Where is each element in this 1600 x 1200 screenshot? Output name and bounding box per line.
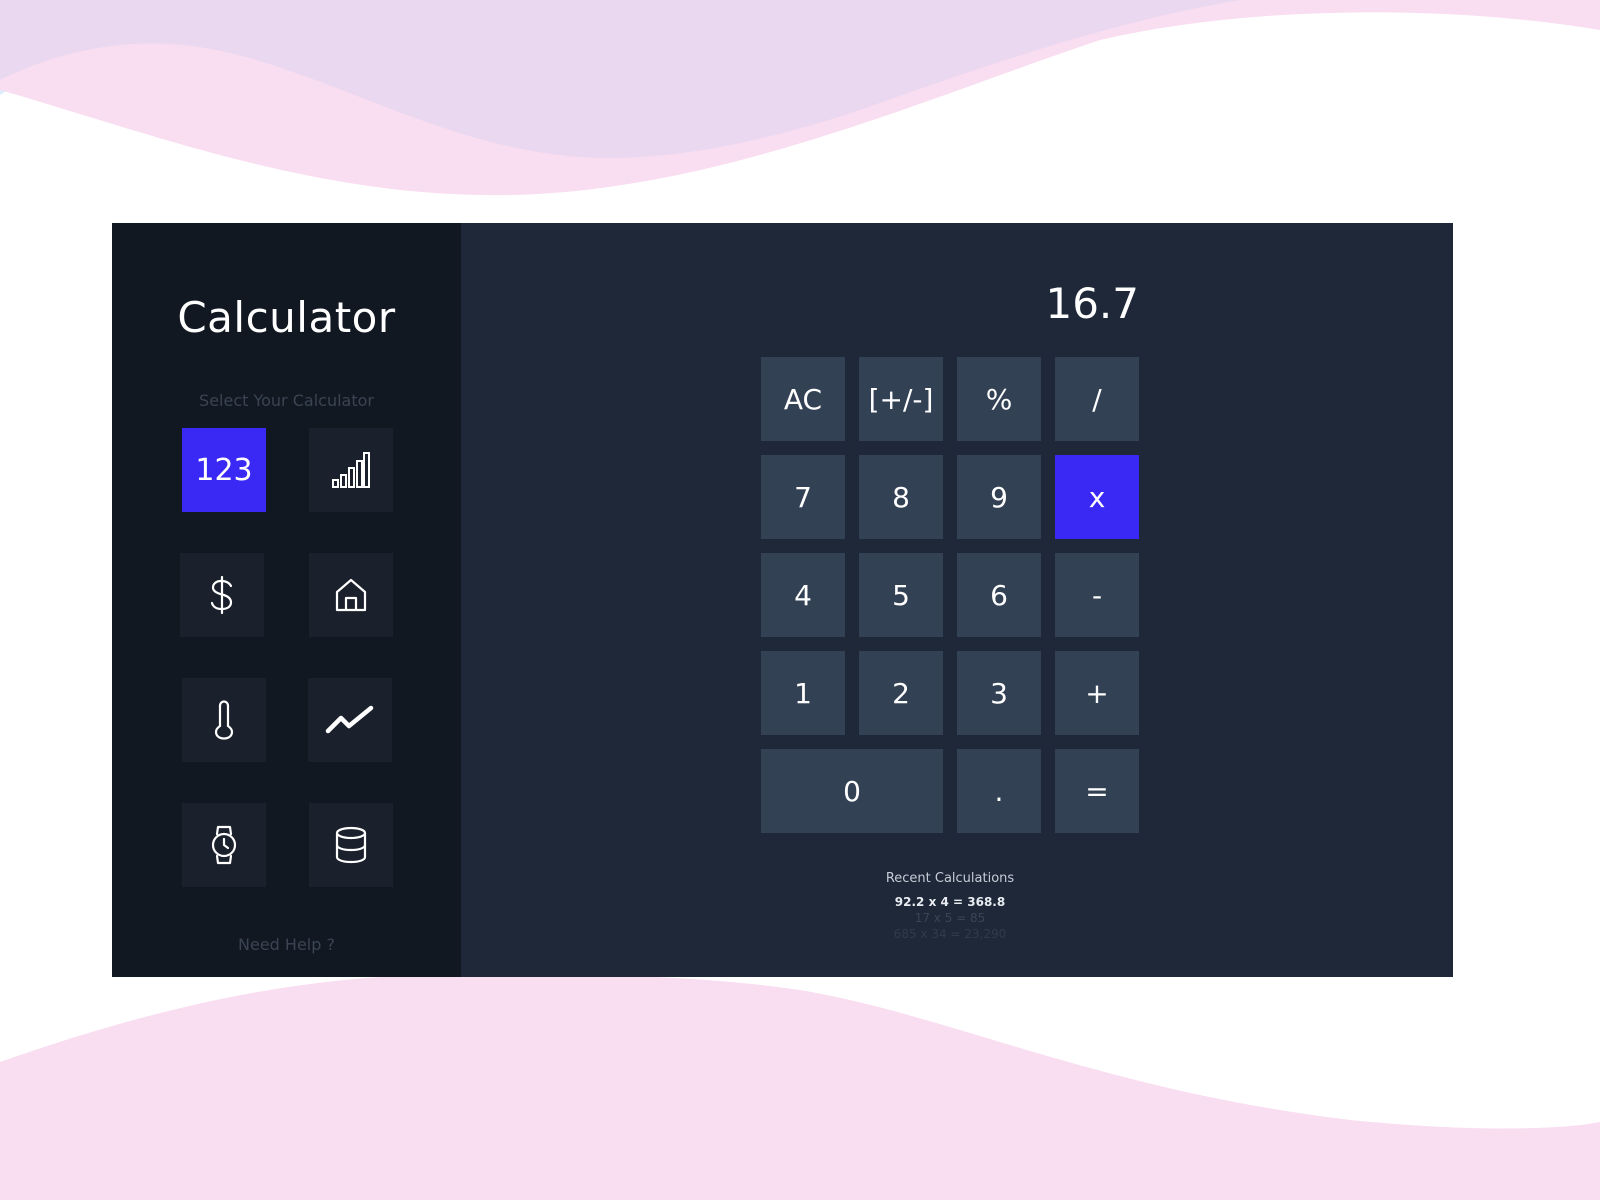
select-calculator-label: Select Your Calculator bbox=[199, 391, 374, 410]
calc-type-trend[interactable] bbox=[308, 678, 392, 762]
recent-calculation-item[interactable]: 92.2 x 4 = 368.8 bbox=[761, 894, 1139, 910]
calculator-display: 16.7 bbox=[1045, 279, 1139, 328]
key-equals[interactable]: = bbox=[1055, 749, 1139, 833]
key-8[interactable]: 8 bbox=[859, 455, 943, 539]
key-0[interactable]: 0 bbox=[761, 749, 943, 833]
key-4[interactable]: 4 bbox=[761, 553, 845, 637]
key-3[interactable]: 3 bbox=[957, 651, 1041, 735]
recent-calculation-item[interactable]: 685 x 34 = 23,290 bbox=[761, 926, 1139, 942]
key-multiply[interactable]: x bbox=[1055, 455, 1139, 539]
key-6[interactable]: 6 bbox=[957, 553, 1041, 637]
key-9[interactable]: 9 bbox=[957, 455, 1041, 539]
key-sign[interactable]: [+/-] bbox=[859, 357, 943, 441]
key-1[interactable]: 1 bbox=[761, 651, 845, 735]
calculator-app: Calculator Select Your Calculator 123 Ne… bbox=[112, 223, 1453, 977]
sidebar: Calculator Select Your Calculator 123 Ne… bbox=[112, 223, 461, 977]
key-clear[interactable]: AC bbox=[761, 357, 845, 441]
app-title: Calculator bbox=[177, 293, 396, 342]
key-subtract[interactable]: - bbox=[1055, 553, 1139, 637]
calc-type-currency[interactable] bbox=[180, 553, 264, 637]
key-5[interactable]: 5 bbox=[859, 553, 943, 637]
key-divide[interactable]: / bbox=[1055, 357, 1139, 441]
calc-type-data[interactable] bbox=[309, 803, 393, 887]
recent-calculations: Recent Calculations 92.2 x 4 = 368.8 17 … bbox=[761, 871, 1139, 942]
calculator-panel: 16.7 AC [+/-] % / 7 8 9 x 4 5 6 - 1 2 3 … bbox=[461, 223, 1453, 977]
key-7[interactable]: 7 bbox=[761, 455, 845, 539]
calc-type-standard-label: 123 bbox=[195, 452, 253, 488]
calc-type-standard[interactable]: 123 bbox=[182, 428, 266, 512]
calc-type-time[interactable] bbox=[182, 803, 266, 887]
key-percent[interactable]: % bbox=[957, 357, 1041, 441]
key-2[interactable]: 2 bbox=[859, 651, 943, 735]
trend-icon bbox=[325, 705, 374, 734]
key-add[interactable]: + bbox=[1055, 651, 1139, 735]
need-help-link[interactable]: Need Help ? bbox=[112, 935, 461, 954]
recent-calculation-item[interactable]: 17 x 5 = 85 bbox=[761, 910, 1139, 926]
database-icon bbox=[335, 826, 367, 864]
bar-chart-icon bbox=[332, 452, 370, 488]
calc-type-mortgage[interactable] bbox=[309, 553, 393, 637]
key-decimal[interactable]: . bbox=[957, 749, 1041, 833]
home-icon bbox=[335, 578, 367, 612]
dollar-icon bbox=[210, 575, 233, 615]
thermometer-icon bbox=[214, 700, 234, 740]
calc-type-statistics[interactable] bbox=[309, 428, 393, 512]
watch-icon bbox=[211, 825, 237, 865]
calc-type-temperature[interactable] bbox=[182, 678, 266, 762]
recent-calculations-title: Recent Calculations bbox=[885, 871, 1015, 886]
